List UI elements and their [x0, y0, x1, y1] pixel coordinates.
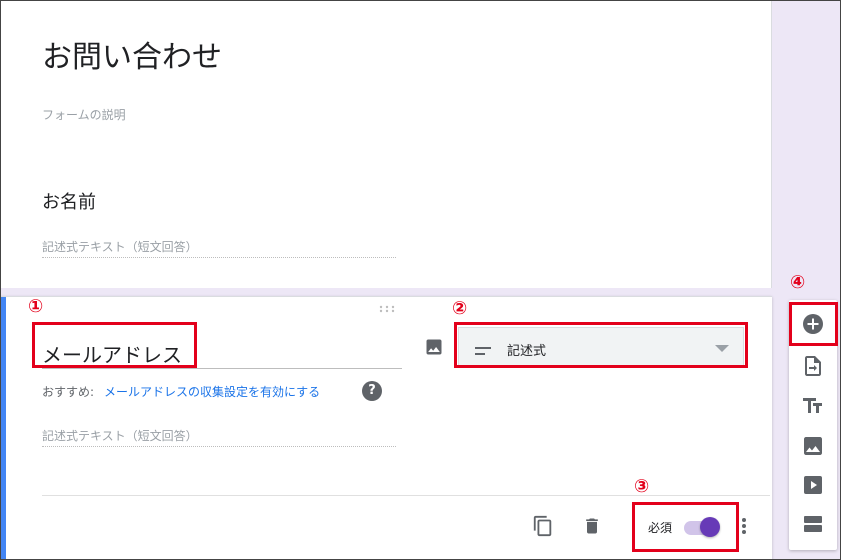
active-card-accent-bar: [0, 297, 6, 560]
form-description-field[interactable]: フォームの説明: [42, 106, 126, 123]
help-icon[interactable]: ?: [362, 381, 382, 401]
suggestion-row: おすすめ: メールアドレスの収集設定を有効にする: [42, 383, 320, 400]
delete-icon[interactable]: [582, 515, 602, 537]
duplicate-icon[interactable]: [532, 515, 554, 537]
short-answer-placeholder: 記述式テキスト（短文回答）: [42, 427, 396, 447]
add-image-icon[interactable]: [801, 434, 825, 458]
suggestion-label: おすすめ:: [42, 385, 95, 399]
question-title-name[interactable]: お名前: [42, 188, 96, 214]
add-video-icon[interactable]: [801, 473, 825, 497]
annotation-box-add: [789, 302, 838, 346]
import-questions-icon[interactable]: [801, 354, 825, 378]
annotation-number-3: ③: [634, 476, 650, 497]
drag-handle-icon[interactable]: [378, 305, 396, 313]
form-title[interactable]: お問い合わせ: [42, 32, 222, 76]
annotation-box-type: [454, 322, 748, 368]
card-footer-divider: [42, 495, 770, 496]
more-options-icon[interactable]: [740, 515, 748, 537]
add-title-icon[interactable]: [801, 394, 825, 418]
enable-email-collection-link[interactable]: メールアドレスの収集設定を有効にする: [104, 385, 320, 399]
annotation-box-title: [32, 322, 197, 368]
annotation-number-1: ①: [28, 296, 44, 317]
annotation-box-required: [632, 502, 739, 552]
annotation-number-2: ②: [452, 298, 468, 319]
insert-image-icon[interactable]: [424, 337, 444, 357]
annotation-number-4: ④: [790, 272, 806, 293]
short-answer-placeholder: 記述式テキスト（短文回答）: [42, 238, 396, 258]
add-section-icon[interactable]: [801, 512, 825, 536]
form-title-card: お問い合わせ フォームの説明 お名前 記述式テキスト（短文回答）: [0, 0, 772, 288]
